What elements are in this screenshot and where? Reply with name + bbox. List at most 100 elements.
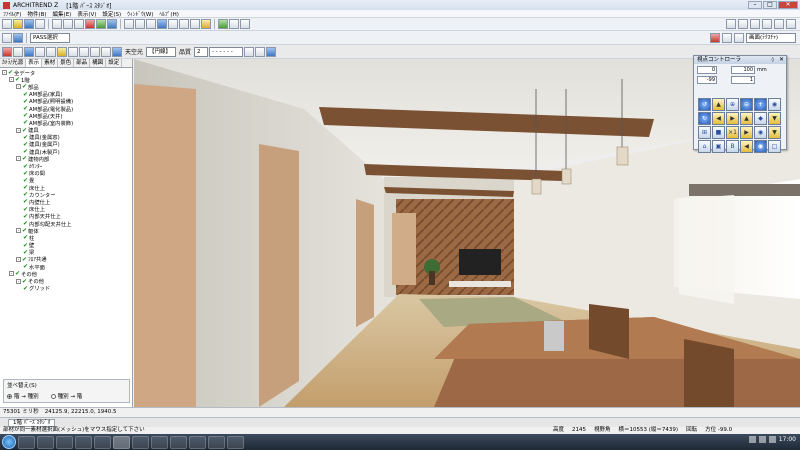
line-style-select[interactable]: - - - - - - — [209, 46, 244, 57]
check-icon[interactable]: ✔ — [23, 141, 28, 148]
menu-item-3[interactable]: 表示(V) — [74, 10, 99, 18]
save-button[interactable] — [24, 19, 34, 29]
clock[interactable]: 17:00 — [779, 436, 796, 443]
controller-button-7[interactable]: ◀ — [712, 112, 725, 125]
check-icon[interactable]: ✔ — [23, 191, 28, 198]
undo-button[interactable] — [85, 19, 95, 29]
open-file-button[interactable] — [13, 19, 23, 29]
check-icon[interactable]: ✔ — [22, 256, 27, 263]
network-icon[interactable] — [748, 436, 756, 443]
tree-item[interactable]: ✔ AM部品(室内装飾) — [2, 119, 130, 127]
controller-button-20[interactable]: B — [726, 140, 739, 153]
taskbar-app-explorer[interactable] — [18, 435, 35, 449]
render-button[interactable] — [201, 19, 211, 29]
tree-item[interactable]: ✔ 壁 — [2, 242, 130, 250]
taskbar-app-store[interactable] — [227, 435, 244, 449]
tree-item[interactable]: - ✔ 部品 — [2, 83, 130, 91]
view-zoom-button[interactable] — [101, 46, 111, 57]
grid-button[interactable] — [738, 19, 748, 29]
check-icon[interactable]: ✔ — [8, 69, 13, 76]
tree-item[interactable]: - ✔ 建具 — [2, 127, 130, 134]
check-icon[interactable]: ✔ — [23, 134, 28, 141]
cut-button[interactable] — [52, 19, 62, 29]
copy-button[interactable] — [63, 19, 73, 29]
view-3d-button[interactable] — [157, 19, 167, 29]
pin-icon[interactable]: ◊ — [772, 56, 774, 64]
quality-select[interactable]: 2 — [194, 46, 209, 57]
controller-button-8[interactable]: ▶ — [726, 112, 739, 125]
controller-button-11[interactable]: ▼ — [768, 112, 781, 125]
close-button[interactable]: ✕ — [778, 1, 798, 9]
minimize-button[interactable]: – — [748, 1, 762, 9]
controller-button-15[interactable]: ▶ — [740, 126, 753, 139]
sky-light-button[interactable] — [112, 46, 122, 57]
check-icon[interactable]: ✔ — [23, 177, 28, 184]
controller-button-4[interactable]: + — [754, 98, 767, 111]
panel-tab-3[interactable]: 景色 — [58, 59, 75, 67]
new-file-button[interactable] — [2, 19, 12, 29]
tree-item[interactable]: ✔ 建具(金属戸) — [2, 141, 130, 149]
check-icon[interactable]: ✔ — [23, 91, 28, 98]
view-pan-button[interactable] — [190, 19, 200, 29]
tile-button[interactable] — [774, 19, 784, 29]
pen-tool-button[interactable] — [13, 32, 23, 43]
panel-tab-2[interactable]: 素材 — [42, 59, 59, 67]
controller-button-0[interactable]: ↺ — [698, 98, 711, 111]
check-icon[interactable]: ✔ — [22, 127, 27, 134]
menu-item-2[interactable]: 編集(E) — [50, 10, 75, 18]
check-icon[interactable]: ✔ — [23, 170, 28, 177]
check-icon[interactable]: ✔ — [23, 98, 28, 105]
view-front-button[interactable] — [124, 19, 134, 29]
check-icon[interactable]: ✔ — [23, 206, 28, 213]
tree-item[interactable]: - ✔ 建物内部 — [2, 155, 130, 163]
toggle-button[interactable] — [734, 32, 744, 43]
start-button[interactable] — [2, 435, 16, 449]
tree-item[interactable]: - ✔ その他 — [2, 270, 130, 278]
view-rotate-button[interactable] — [90, 46, 100, 57]
collapse-icon[interactable]: - — [16, 256, 21, 262]
tree-item[interactable]: - ✔ 躯体 — [2, 227, 130, 235]
controller-button-10[interactable]: ◆ — [754, 112, 767, 125]
ime-icon[interactable] — [768, 436, 776, 443]
controller-field-3[interactable]: 100 — [731, 66, 755, 74]
menu-item-6[interactable]: ﾍﾙﾌﾟ(H) — [156, 10, 181, 18]
tree-item[interactable]: ✔ 床仕上 — [2, 206, 130, 214]
tree-item[interactable]: ✔ 建具(金属窓) — [2, 134, 130, 142]
panel-tab-0[interactable]: ｶﾒﾗ/光源 — [0, 59, 27, 67]
controller-button-5[interactable]: ◉ — [768, 98, 781, 111]
panel-tab-6[interactable]: 設定 — [106, 59, 123, 67]
collapse-icon[interactable]: - — [9, 77, 14, 83]
collapse-icon[interactable]: - — [16, 127, 21, 133]
collapse-icon[interactable]: - — [16, 278, 21, 284]
taskbar-app-chat[interactable] — [189, 435, 206, 449]
display-mode-select[interactable]: 画面(ﾃｸｽﾁｬ) — [746, 32, 796, 43]
controller-field-2[interactable]: -99 — [697, 76, 717, 84]
paste-button[interactable] — [74, 19, 84, 29]
check-icon[interactable]: ✔ — [23, 242, 28, 249]
controller-button-14[interactable]: ×1 — [726, 126, 739, 139]
controller-button-13[interactable]: ■ — [712, 126, 725, 139]
taskbar-app-editor[interactable] — [170, 435, 187, 449]
check-icon[interactable]: ✔ — [23, 163, 28, 170]
controller-button-16[interactable]: ◉ — [754, 126, 767, 139]
controller-header[interactable]: 視点コントローラ ◊ ✕ — [694, 56, 786, 64]
check-icon[interactable]: ✔ — [23, 234, 28, 241]
light-button[interactable] — [46, 46, 56, 57]
wire-button[interactable] — [240, 19, 250, 29]
check-icon[interactable]: ✔ — [22, 278, 27, 285]
view-top-button[interactable] — [146, 19, 156, 29]
document-tab[interactable]: 1階 ﾊﾟｰｽ ｽﾀｼﾞｵ — [8, 419, 56, 427]
tree-item[interactable]: ✔ 柱 — [2, 234, 130, 242]
tree-item[interactable]: ✔ ｶｳﾝﾀｰ — [2, 162, 130, 171]
sort-option-type-floor[interactable]: 種別 → 階 — [50, 392, 82, 400]
controller-button-21[interactable]: ◀ — [740, 140, 753, 153]
check-icon[interactable]: ✔ — [23, 105, 28, 112]
tree-item[interactable]: ✔ グリッド — [2, 285, 130, 293]
print-button[interactable] — [35, 19, 45, 29]
check-icon[interactable]: ✔ — [23, 198, 28, 205]
check-icon[interactable]: ✔ — [23, 285, 28, 292]
controller-button-2[interactable]: ⊕ — [726, 98, 739, 111]
cascade-button[interactable] — [786, 19, 796, 29]
camera-button[interactable] — [24, 46, 34, 57]
tree-item[interactable]: ✔ 内壁仕上 — [2, 198, 130, 206]
